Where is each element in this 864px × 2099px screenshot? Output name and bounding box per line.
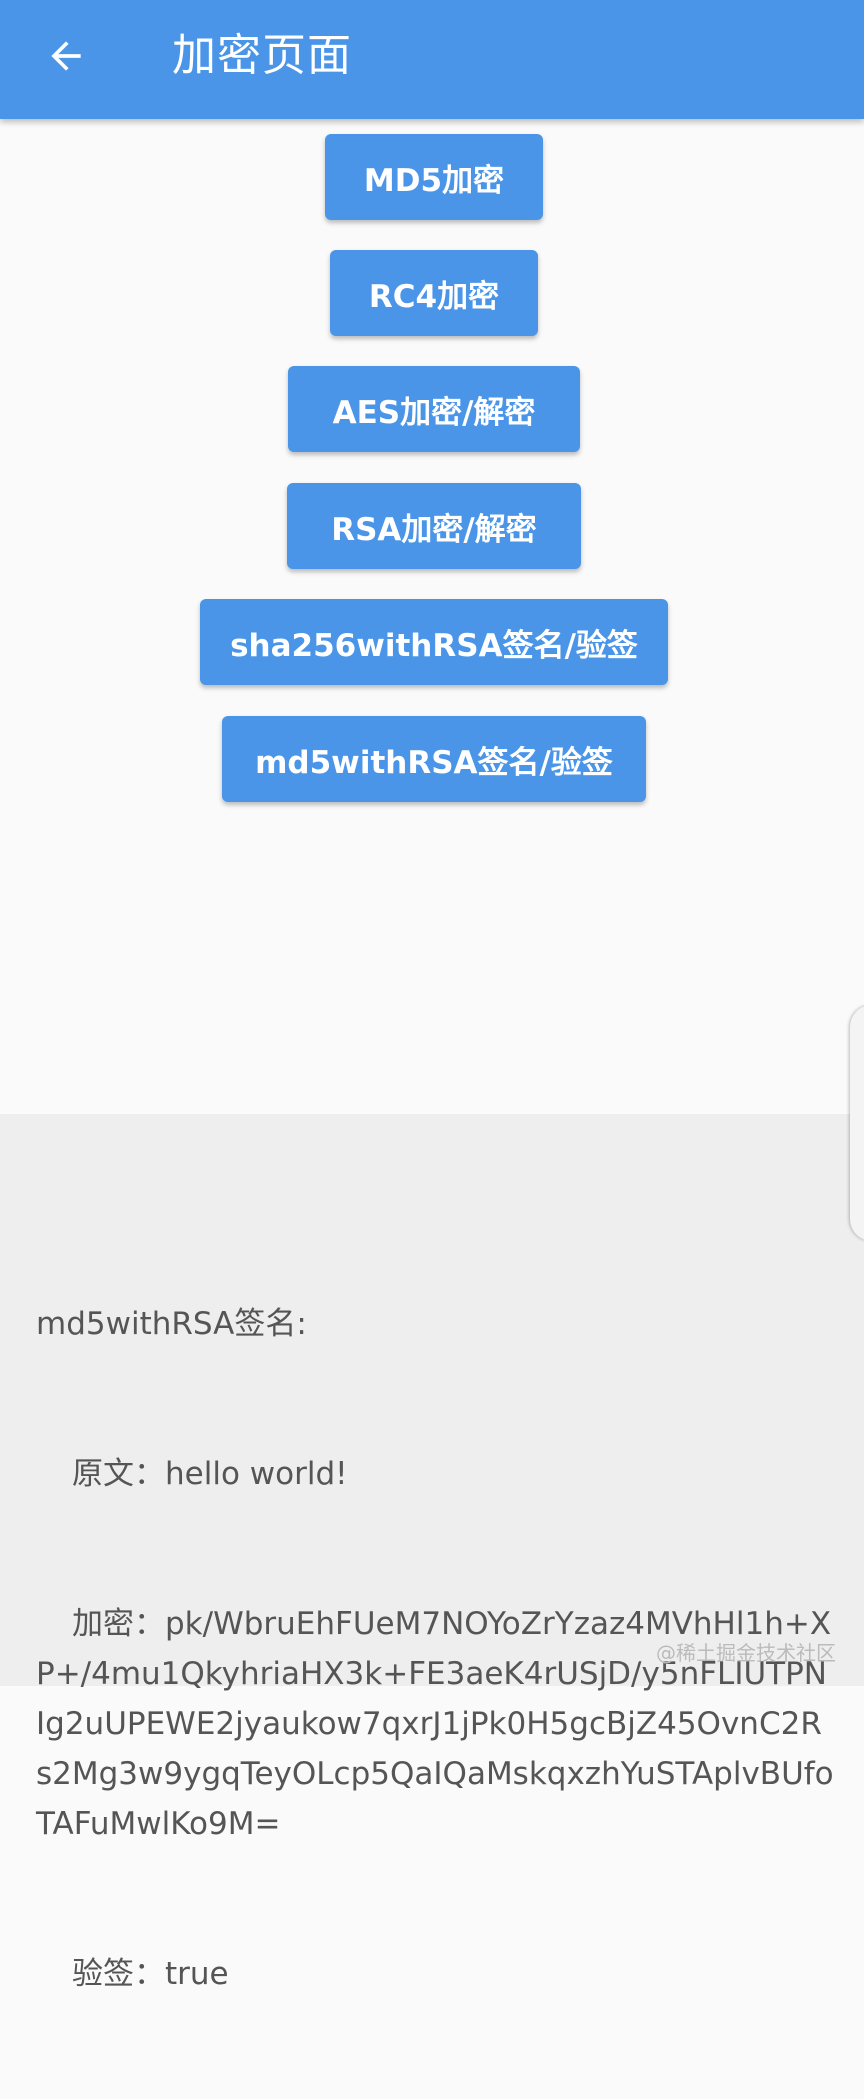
- sha256withrsa-sign-verify-button[interactable]: sha256withRSA签名/验签: [200, 599, 668, 685]
- arrow-left-icon: [51, 41, 81, 71]
- button-list: MD5加密 RC4加密 AES加密/解密 RSA加密/解密 sha256with…: [0, 119, 864, 1114]
- plaintext-value: hello world!: [165, 1456, 348, 1492]
- verify-label: 验签：: [72, 1956, 165, 1992]
- md5-encrypt-button[interactable]: MD5加密: [325, 134, 543, 220]
- plaintext-label: 原文：: [72, 1456, 165, 1492]
- aes-encrypt-decrypt-button[interactable]: AES加密/解密: [288, 366, 580, 452]
- back-button[interactable]: [38, 28, 94, 84]
- rc4-encrypt-button[interactable]: RC4加密: [330, 250, 538, 336]
- encrypt-label: 加密：: [72, 1606, 165, 1642]
- md5withrsa-sign-verify-button[interactable]: md5withRSA签名/验签: [222, 716, 646, 802]
- result-panel: md5withRSA签名: 原文：hello world! 加密：pk/Wbru…: [0, 1114, 864, 1992]
- edge-panel-handle[interactable]: [850, 1005, 864, 1241]
- app-bar: 加密页面: [0, 0, 864, 119]
- verify-value: true: [165, 1956, 229, 1992]
- watermark: @稀土掘金技术社区: [656, 1641, 836, 1665]
- plaintext-row: 原文：hello world!: [36, 1449, 836, 1499]
- rsa-encrypt-decrypt-button[interactable]: RSA加密/解密: [287, 483, 581, 569]
- result-header: md5withRSA签名:: [36, 1306, 307, 1342]
- verify-row: 验签：true: [36, 1949, 836, 1999]
- page-title: 加密页面: [172, 30, 352, 81]
